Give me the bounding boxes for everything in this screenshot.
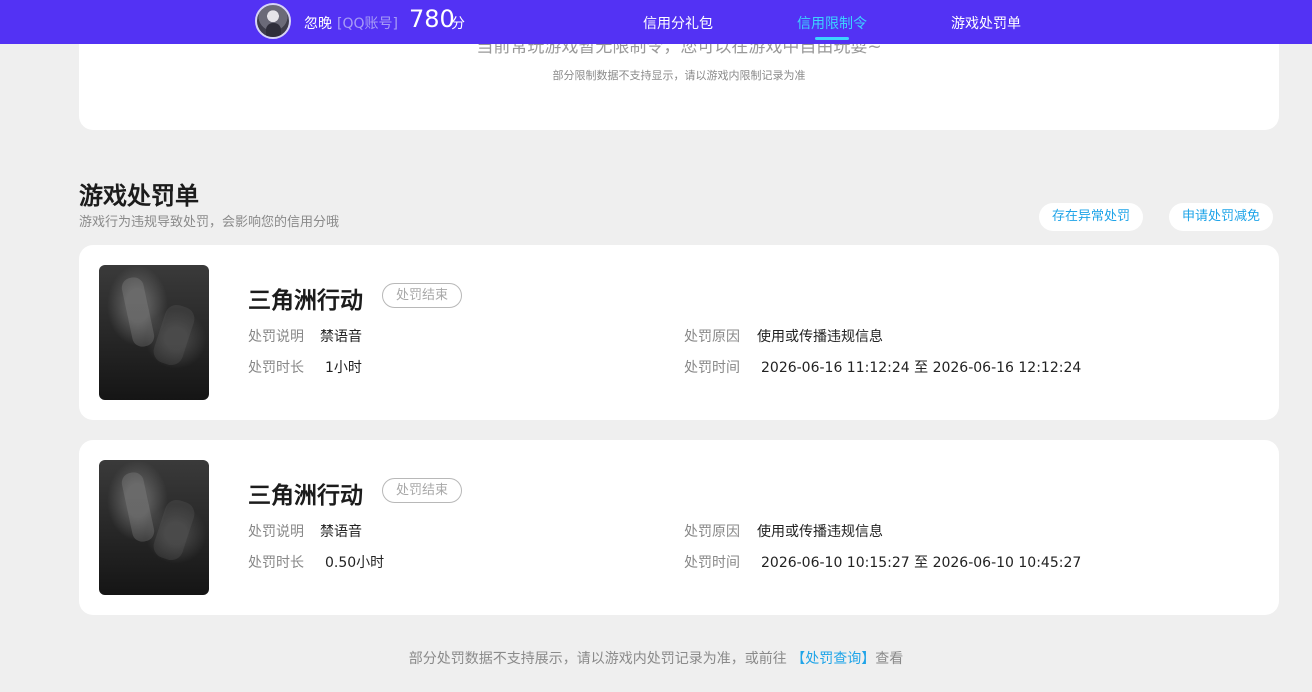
reason-value: 使用或传播违规信息: [757, 524, 883, 540]
time-value: 2026-06-16 11:12:24 至 2026-06-16 12:12:2…: [761, 360, 1082, 376]
time-label: 处罚时间: [684, 360, 740, 376]
status-badge: 处罚结束: [382, 283, 463, 308]
game-cover-image: [99, 460, 209, 595]
penalty-card: 三角洲行动 处罚结束 处罚说明 禁语音 处罚原因 使用或传播违规信息 处罚时长 …: [79, 440, 1279, 615]
footer-note: 部分处罚数据不支持展示，请以游戏内处罚记录为准，或前往 【处罚查询】查看: [0, 648, 1312, 668]
game-name: 三角洲行动: [248, 483, 363, 509]
desc-value: 禁语音: [320, 524, 362, 540]
duration-label: 处罚时长: [248, 555, 304, 571]
reason-label: 处罚原因: [684, 329, 740, 345]
top-nav-bar: 忽晚 [QQ账号] 780 分 信用分礼包 信用限制令 游戏处罚单: [0, 0, 1312, 44]
username: 忽晚: [304, 16, 332, 32]
footer-text: 部分处罚数据不支持展示，请以游戏内处罚记录为准，或前往: [408, 651, 787, 667]
penalty-card: 三角洲行动 处罚结束 处罚说明 禁语音 处罚原因 使用或传播违规信息 处罚时长 …: [79, 245, 1279, 420]
reason-label: 处罚原因: [684, 524, 740, 540]
nav-credit-restriction[interactable]: 信用限制令: [797, 13, 867, 40]
penalty-query-link[interactable]: 【处罚查询】: [791, 651, 875, 667]
desc-label: 处罚说明: [248, 329, 304, 345]
abnormal-penalty-button[interactable]: 存在异常处罚: [1039, 203, 1144, 231]
time-label: 处罚时间: [684, 555, 740, 571]
nav-game-penalty[interactable]: 游戏处罚单: [951, 13, 1021, 33]
duration-label: 处罚时长: [248, 360, 304, 376]
desc-label: 处罚说明: [248, 524, 304, 540]
restriction-note: 部分限制数据不支持显示，请以游戏内限制记录为准: [552, 69, 806, 82]
credit-score: 780: [409, 5, 455, 33]
user-avatar[interactable]: [255, 3, 291, 39]
penalty-section-subtitle: 游戏行为违规导致处罚，会影响您的信用分哦: [79, 215, 340, 230]
nav-credit-gift[interactable]: 信用分礼包: [643, 13, 713, 33]
time-value: 2026-06-10 10:15:27 至 2026-06-10 10:45:2…: [761, 555, 1082, 571]
credit-score-unit: 分: [451, 16, 465, 32]
footer-text-end: 查看: [875, 651, 904, 667]
game-name: 三角洲行动: [248, 288, 363, 314]
game-cover-image: [99, 265, 209, 400]
reason-value: 使用或传播违规信息: [757, 329, 883, 345]
desc-value: 禁语音: [320, 329, 362, 345]
account-type: [QQ账号]: [337, 16, 398, 32]
status-badge: 处罚结束: [382, 478, 463, 503]
duration-value: 0.50小时: [325, 555, 385, 571]
apply-reduction-button[interactable]: 申请处罚减免: [1169, 203, 1274, 231]
penalty-section-title: 游戏处罚单: [79, 182, 199, 210]
duration-value: 1小时: [325, 360, 362, 376]
